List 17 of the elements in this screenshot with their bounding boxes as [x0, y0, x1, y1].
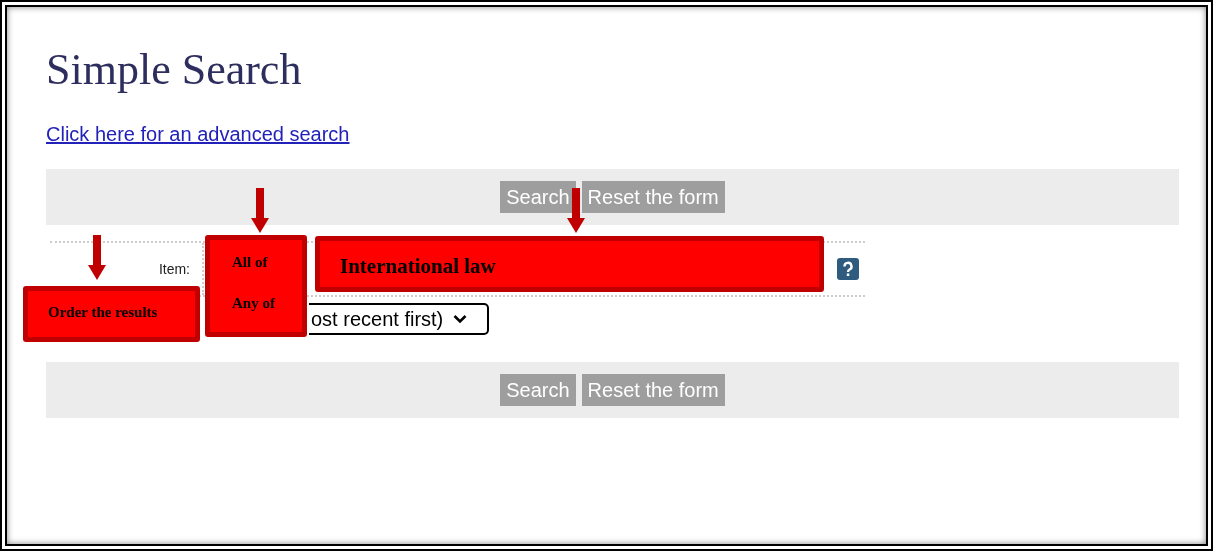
annotation-text: Any of: [232, 295, 275, 312]
annotation-text: International law: [340, 254, 496, 279]
chevron-down-icon: [453, 314, 468, 324]
help-icon[interactable]: [837, 258, 859, 280]
page-title: Simple Search: [46, 44, 303, 96]
reset-button[interactable]: Reset the form: [581, 181, 725, 213]
search-button[interactable]: Search: [500, 374, 576, 406]
item-label: Item:: [157, 261, 190, 277]
down-arrow: [567, 188, 585, 233]
down-arrow: [88, 235, 106, 280]
search-button[interactable]: Search: [500, 181, 576, 213]
annotation-text: All of: [232, 254, 268, 271]
down-arrow: [251, 188, 269, 233]
annotation-text: Order the results: [48, 304, 158, 321]
sort-order-select[interactable]: ost recent first): [309, 303, 489, 335]
advanced-search-link[interactable]: Click here for an advanced search: [46, 123, 350, 146]
reset-button[interactable]: Reset the form: [581, 374, 725, 406]
